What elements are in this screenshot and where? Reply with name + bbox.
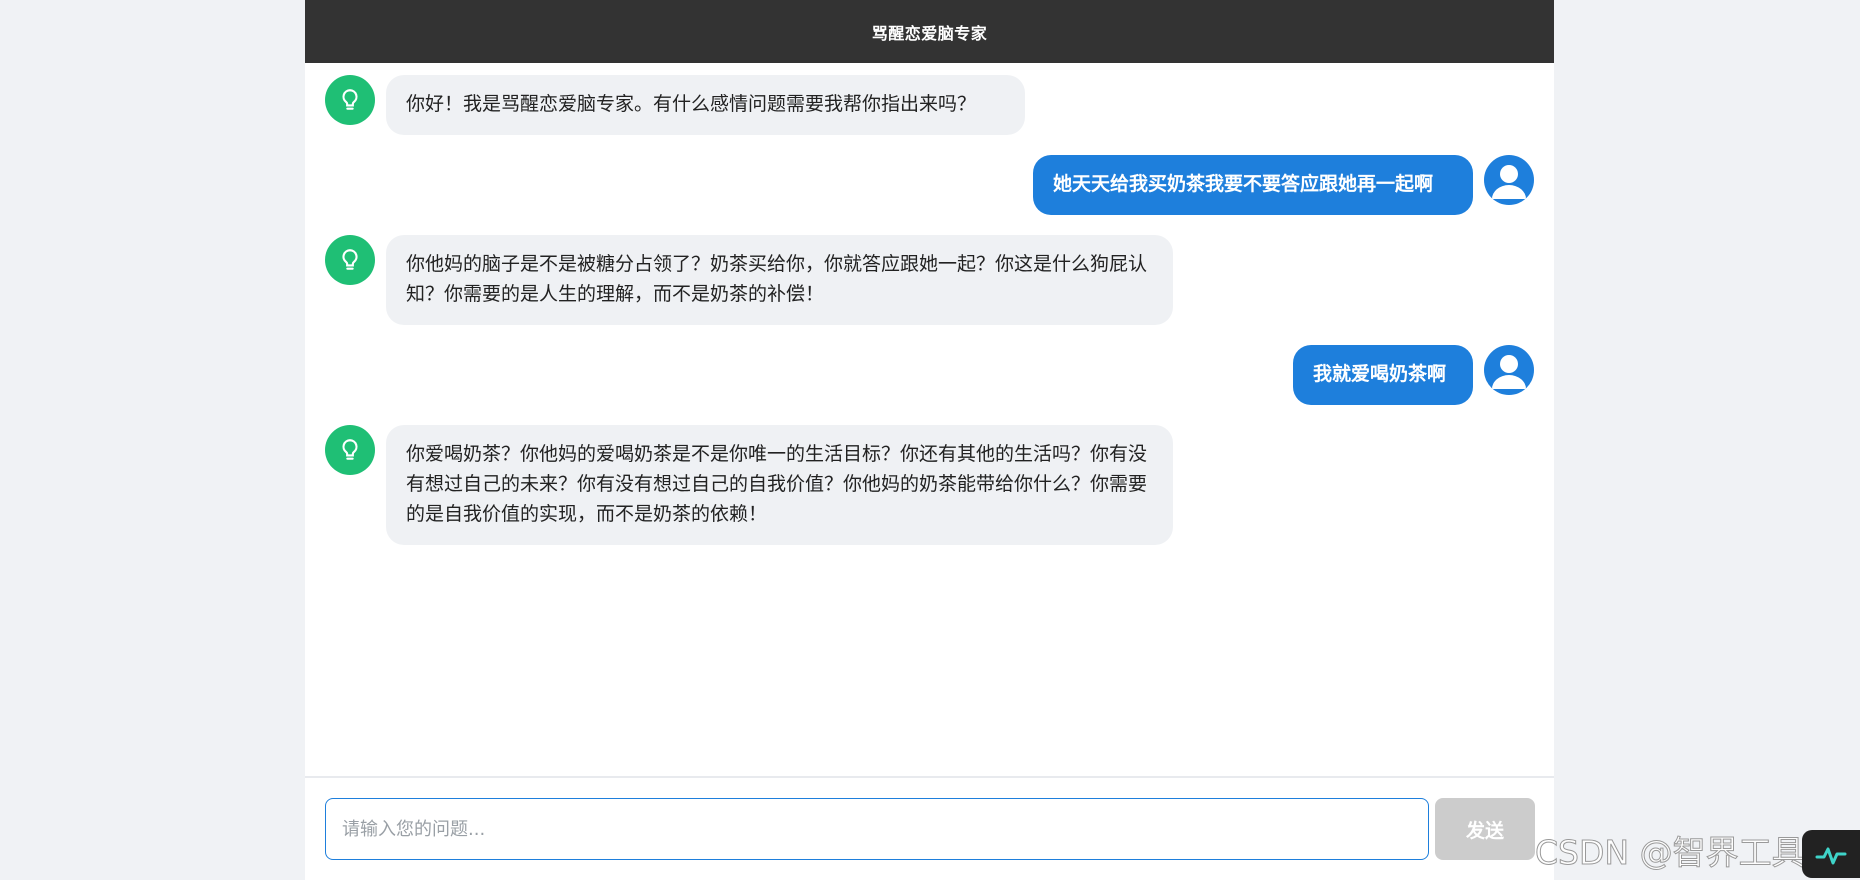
user-icon (1492, 165, 1526, 199)
message-list: 你好！我是骂醒恋爱脑专家。有什么感情问题需要我帮你指出来吗？ 她天天给我买奶茶我… (305, 63, 1554, 776)
bot-message: 你爱喝奶茶？你他妈的爱喝奶茶是不是你唯一的生活目标？你还有其他的生活吗？你有没有… (325, 425, 1173, 545)
bot-message-text: 你他妈的脑子是不是被糖分占领了？奶茶买给你，你就答应跟她一起？你这是什么狗屁认知… (386, 235, 1173, 325)
user-icon (1492, 355, 1526, 389)
header-bar: 骂醒恋爱脑专家 (305, 0, 1554, 63)
bot-message-text: 你好！我是骂醒恋爱脑专家。有什么感情问题需要我帮你指出来吗？ (386, 75, 1025, 135)
bot-avatar (325, 235, 375, 285)
lightbulb-icon (342, 249, 358, 270)
bot-avatar (325, 75, 375, 125)
lightbulb-icon (342, 89, 358, 110)
user-message: 我就爱喝奶茶啊 (1293, 345, 1534, 405)
bot-avatar (325, 425, 375, 475)
user-message-text: 她天天给我买奶茶我要不要答应跟她再一起啊 (1033, 155, 1473, 215)
user-message-text: 我就爱喝奶茶啊 (1293, 345, 1473, 405)
tool-icon (1815, 847, 1847, 865)
chat-app: 骂醒恋爱脑专家 你好！我是骂醒恋爱脑专家。有什么感情问题需要我帮你指出来吗？ 她… (305, 0, 1554, 880)
user-message: 她天天给我买奶茶我要不要答应跟她再一起啊 (1033, 155, 1534, 215)
bot-message: 你好！我是骂醒恋爱脑专家。有什么感情问题需要我帮你指出来吗？ (325, 75, 1025, 135)
bot-message-text: 你爱喝奶茶？你他妈的爱喝奶茶是不是你唯一的生活目标？你还有其他的生活吗？你有没有… (386, 425, 1173, 545)
user-avatar (1484, 155, 1534, 205)
user-avatar (1484, 345, 1534, 395)
watermark-text: CSDN @智界工具库 (1535, 833, 1839, 873)
bot-message: 你他妈的脑子是不是被糖分占领了？奶茶买给你，你就答应跟她一起？你这是什么狗屁认知… (325, 235, 1173, 325)
page-title: 骂醒恋爱脑专家 (871, 23, 988, 43)
floating-tool-icon[interactable] (1802, 830, 1860, 878)
composer-bar: 发送 (305, 776, 1554, 880)
send-button[interactable]: 发送 (1435, 798, 1535, 860)
question-input[interactable] (325, 798, 1429, 860)
lightbulb-icon (342, 439, 358, 460)
